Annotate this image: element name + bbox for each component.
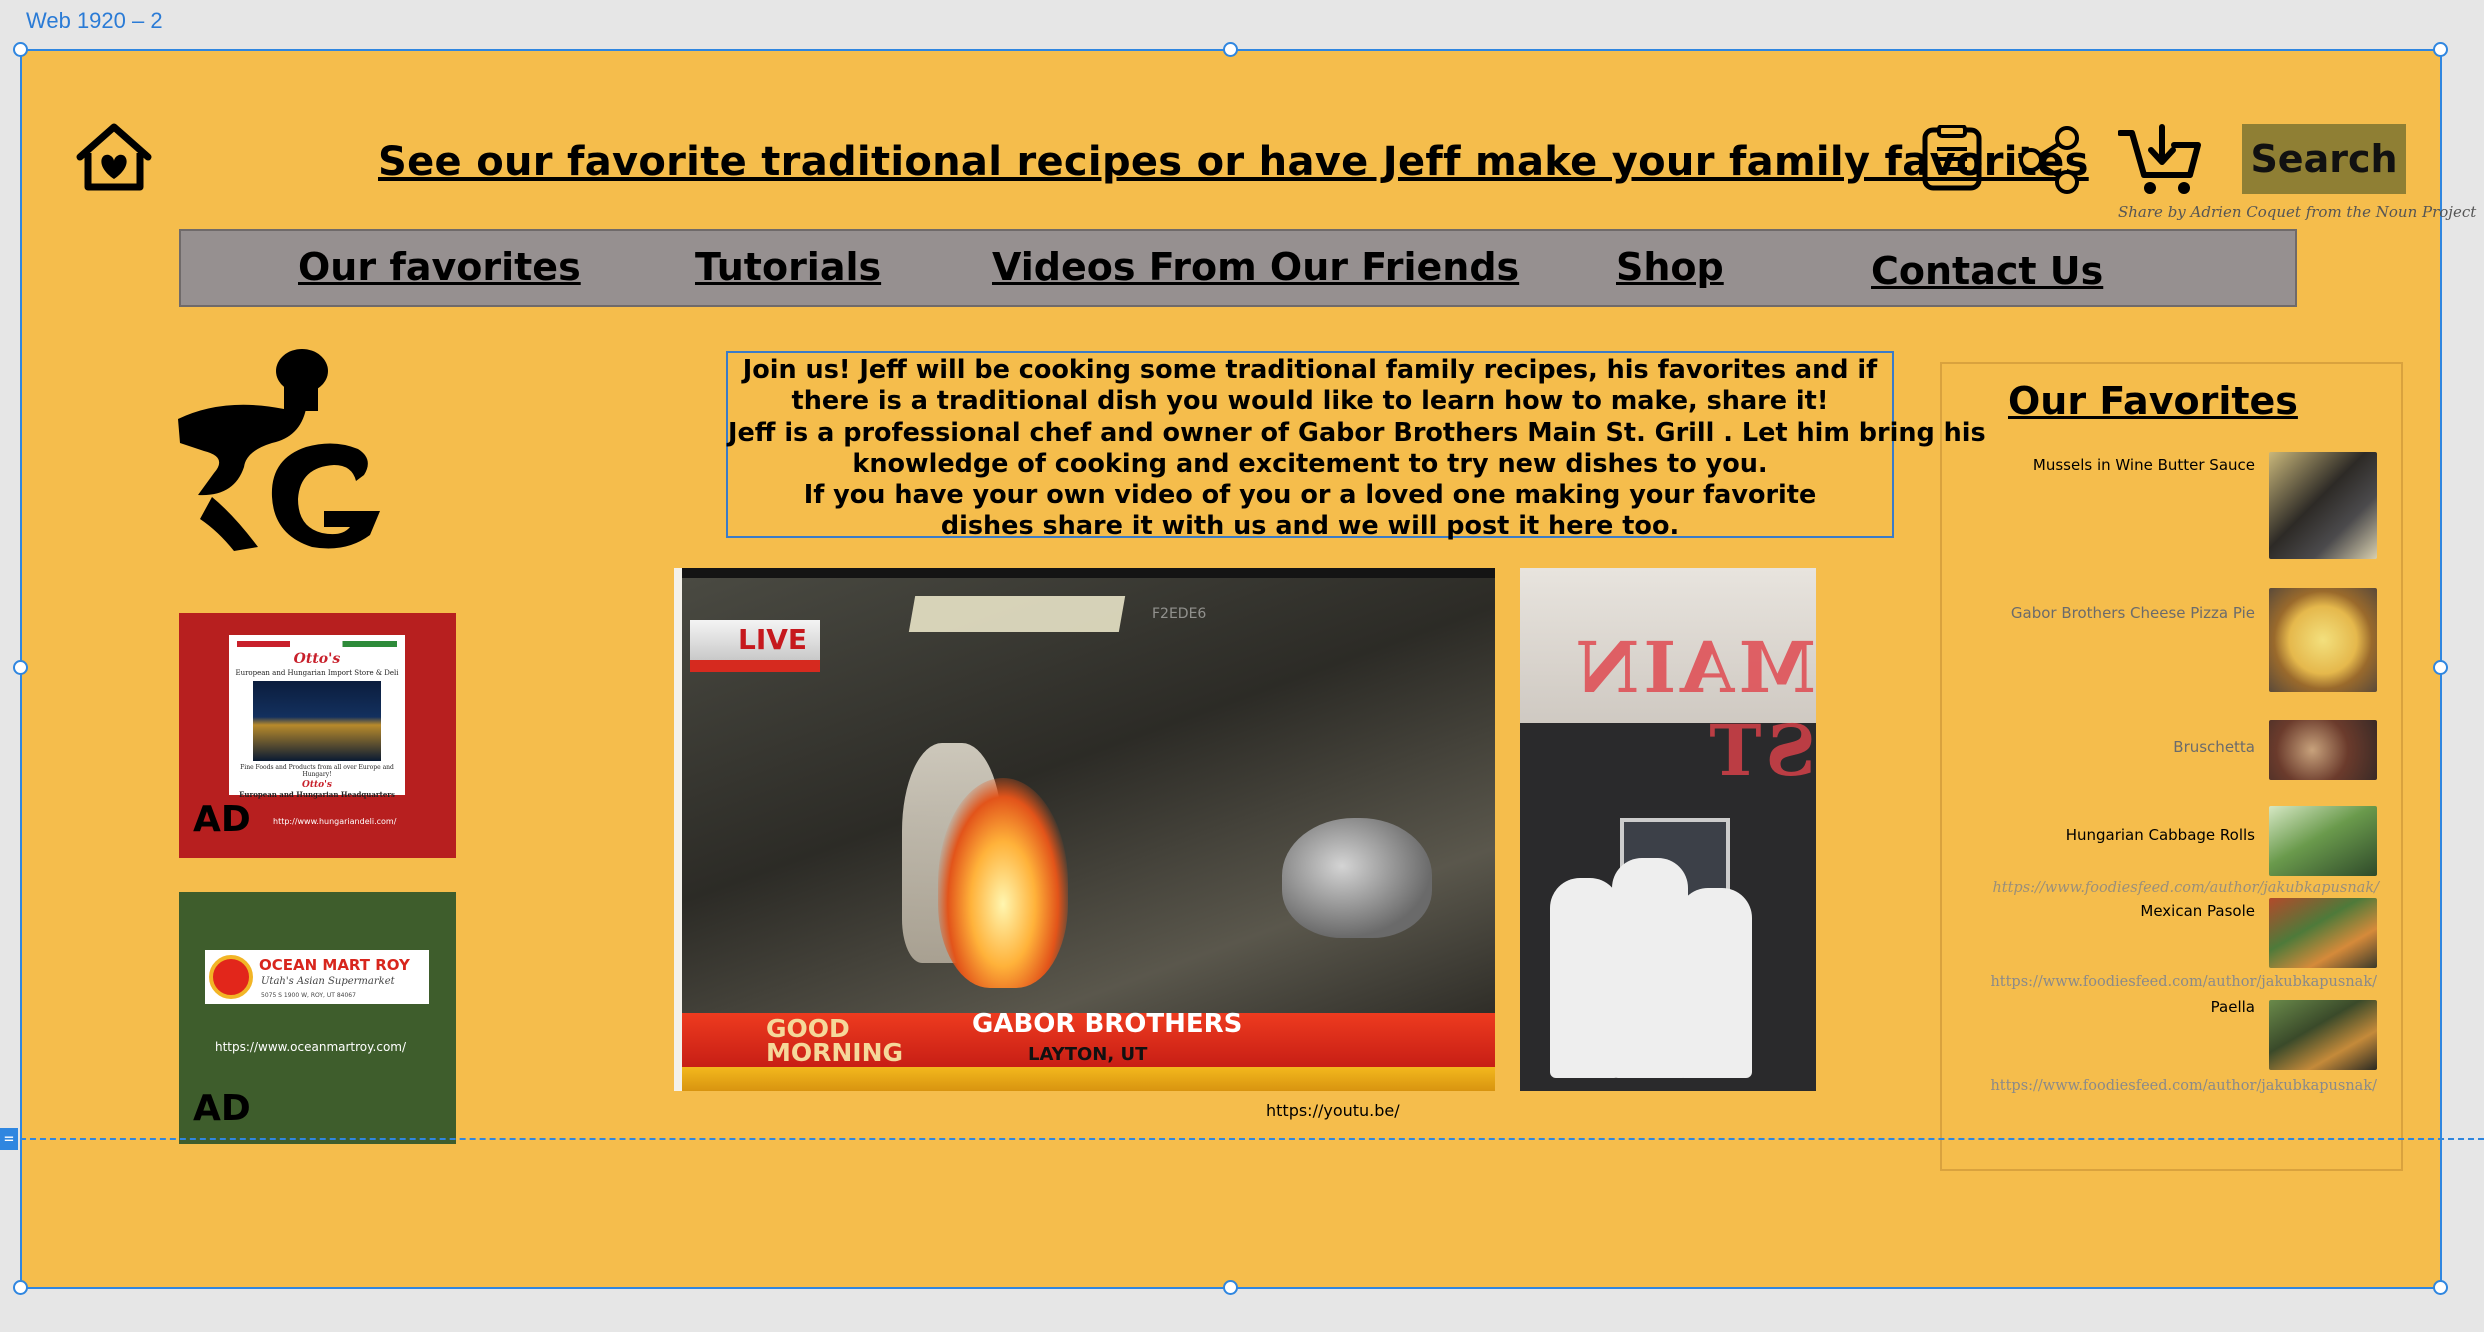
photo-credit-link[interactable]: https://www.foodiesfeed.com/author/jakub… xyxy=(1990,1078,2377,1094)
ottos-tagline: European and Hungarian Import Store & De… xyxy=(235,669,399,677)
resize-handle[interactable] xyxy=(13,1280,28,1295)
chef-person xyxy=(1550,878,1620,1078)
ad-ocean-mart-roy[interactable]: OCEAN MART ROY Utah's Asian Supermarket … xyxy=(179,892,456,1144)
resize-handle[interactable] xyxy=(13,42,28,57)
viewport-fold-guide[interactable] xyxy=(0,1138,2484,1140)
favorite-thumbnail[interactable] xyxy=(2269,806,2377,876)
favorite-thumbnail[interactable] xyxy=(2269,898,2377,968)
gabor-brothers-logo[interactable] xyxy=(174,347,386,553)
ad-ottos-deli[interactable]: Otto's European and Hungarian Import Sto… xyxy=(179,613,456,858)
photo-credit-link[interactable]: https://www.foodiesfeed.com/author/jakub… xyxy=(1992,880,2379,896)
storefront-sign-text: MAIN ST xyxy=(1571,626,1816,792)
main-nav: Our favorites Tutorials Videos From Our … xyxy=(179,229,2297,307)
share-icon[interactable] xyxy=(2016,125,2082,195)
caption-title: GABOR BROTHERS xyxy=(972,1009,1243,1039)
news-video-still[interactable]: F2EDE6 LIVE GOOD MORNING GABOR BROTHERS … xyxy=(674,568,1495,1091)
intro-line: there is a traditional dish you would li… xyxy=(791,386,1829,417)
intro-line: knowledge of cooking and excitement to t… xyxy=(852,448,1768,479)
stock-pot xyxy=(1282,818,1432,938)
favorite-thumbnail[interactable] xyxy=(2269,588,2377,692)
favorite-thumbnail[interactable] xyxy=(2269,452,2377,559)
ottos-flyer: Otto's European and Hungarian Import Sto… xyxy=(229,635,405,799)
search-button[interactable]: Search xyxy=(2242,124,2406,194)
artboard-web-1920: See our favorite traditional recipes or … xyxy=(20,49,2476,1289)
ottos-brand: Otto's xyxy=(293,651,341,667)
caption-subtitle: LAYTON, UT xyxy=(1028,1044,1148,1065)
nav-tutorials[interactable]: Tutorials xyxy=(695,245,881,289)
favorite-label[interactable]: Bruschetta xyxy=(2173,738,2255,756)
favorite-label[interactable]: Mexican Pasole xyxy=(2140,902,2255,920)
live-badge-stripe xyxy=(690,660,820,672)
favorite-label[interactable]: Gabor Brothers Cheese Pizza Pie xyxy=(2011,604,2255,622)
ottos-tagline-secondary: European and Hungarian Headquarters xyxy=(239,790,395,799)
ad-label: AD xyxy=(193,1088,251,1129)
document-icon[interactable] xyxy=(1920,125,1984,193)
nav-videos-from-friends[interactable]: Videos From Our Friends xyxy=(992,245,1519,289)
ocean-mart-brand: OCEAN MART ROY xyxy=(259,956,410,974)
photo-credit-link[interactable]: https://www.foodiesfeed.com/author/jakub… xyxy=(1990,974,2377,990)
show-logo: GOOD MORNING xyxy=(766,1016,904,1067)
nav-contact-us[interactable]: Contact Us xyxy=(1871,249,2103,293)
ad-label: AD xyxy=(193,799,251,840)
favorite-label[interactable]: Mussels in Wine Butter Sauce xyxy=(2033,456,2255,474)
favorite-thumbnail[interactable] xyxy=(2269,720,2377,780)
kitchen-light xyxy=(908,596,1126,632)
resize-handle[interactable] xyxy=(2433,42,2448,57)
artboard-label[interactable]: Web 1920 – 2 xyxy=(26,8,163,34)
resize-handle[interactable] xyxy=(1223,1280,1238,1295)
video-watermark: F2EDE6 xyxy=(1152,606,1207,622)
ocean-mart-logo-icon xyxy=(209,955,253,999)
page-headline: See our favorite traditional recipes or … xyxy=(378,139,2089,185)
ad-url[interactable]: http://www.hungariandeli.com/ xyxy=(273,817,396,826)
video-url[interactable]: https://youtu.be/ xyxy=(1266,1101,1400,1120)
ocean-mart-address: 5075 S 1900 W, ROY, UT 84067 xyxy=(261,992,356,999)
flame xyxy=(938,778,1068,988)
favorites-title: Our Favorites xyxy=(2008,379,2298,423)
ottos-small-text: Fine Foods and Products from all over Eu… xyxy=(240,764,394,778)
budapest-night-photo xyxy=(253,681,381,761)
home-heart-icon[interactable] xyxy=(74,121,154,193)
nav-shop[interactable]: Shop xyxy=(1616,245,1724,289)
resize-handle[interactable] xyxy=(1223,42,1238,57)
kitchen-scene: F2EDE6 LIVE GOOD MORNING GABOR BROTHERS … xyxy=(682,578,1495,1091)
favorites-panel: Our Favorites Mussels in Wine Butter Sau… xyxy=(1940,362,2403,1171)
ocean-mart-script: Utah's Asian Supermarket xyxy=(261,976,395,987)
hungarian-flag-stripe xyxy=(237,641,397,647)
ottos-brand-secondary: Otto's xyxy=(302,780,332,790)
intro-text-box: Join us! Jeff will be cooking some tradi… xyxy=(726,351,1986,541)
restaurant-chefs-photo[interactable]: MAIN ST xyxy=(1520,568,1816,1091)
ad-url[interactable]: https://www.oceanmartroy.com/ xyxy=(215,1040,406,1054)
guide-handle-icon[interactable]: = xyxy=(0,1128,18,1150)
intro-line: If you have your own video of you or a l… xyxy=(803,480,1817,511)
favorite-thumbnail[interactable] xyxy=(2269,1000,2377,1070)
resize-handle[interactable] xyxy=(2433,1280,2448,1295)
intro-line: dishes share it with us and we will post… xyxy=(940,511,1680,542)
intro-line: Join us! Jeff will be cooking some tradi… xyxy=(742,355,1878,385)
news-lower-third-sub xyxy=(682,1067,1495,1091)
ocean-mart-banner: OCEAN MART ROY Utah's Asian Supermarket … xyxy=(205,950,429,1004)
favorite-label[interactable]: Hungarian Cabbage Rolls xyxy=(2066,826,2255,844)
nav-our-favorites[interactable]: Our favorites xyxy=(298,245,581,289)
resize-handle[interactable] xyxy=(13,660,28,675)
intro-line: Jeff is a professional chef and owner of… xyxy=(728,417,1986,448)
live-badge: LIVE xyxy=(690,620,820,660)
chef-person xyxy=(1678,888,1752,1078)
cart-icon[interactable] xyxy=(2118,123,2202,197)
favorite-label[interactable]: Paella xyxy=(2211,998,2255,1016)
resize-handle[interactable] xyxy=(2433,660,2448,675)
show-logo-line2: MORNING xyxy=(766,1038,904,1067)
chef-person xyxy=(1612,858,1688,1078)
icon-credit: Share by Adrien Coquet from the Noun Pro… xyxy=(2118,203,2477,221)
storefront-sign: MAIN ST xyxy=(1520,568,1816,792)
